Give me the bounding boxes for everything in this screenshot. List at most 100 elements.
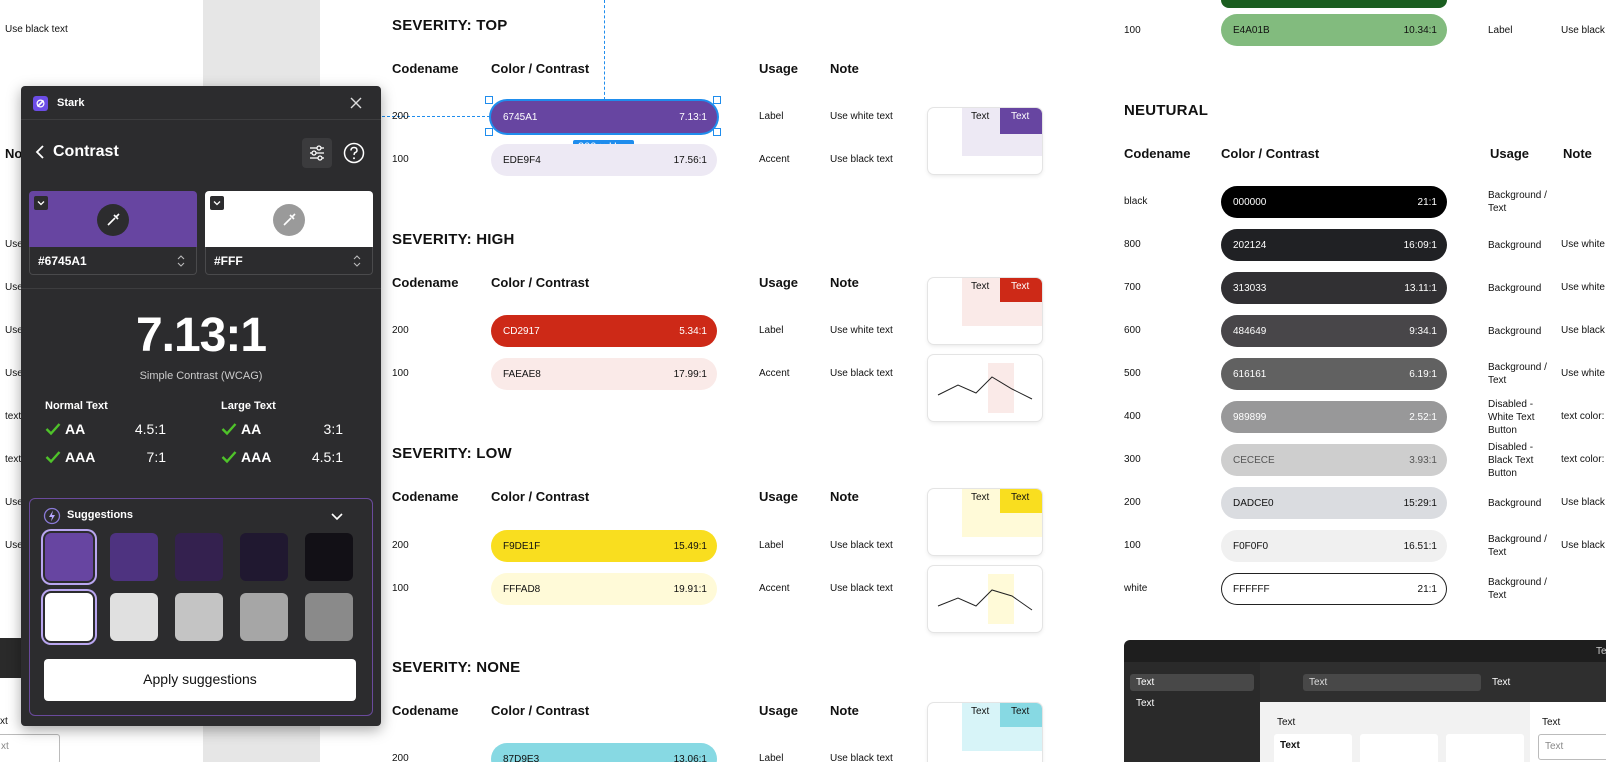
pill-hex: 000000 <box>1233 196 1267 208</box>
back-icon[interactable] <box>34 144 46 160</box>
col-note: Note <box>830 703 859 718</box>
color-pill[interactable]: CD2917 5.34:1 <box>491 315 717 347</box>
row-usage: Label <box>1488 25 1513 36</box>
bottom-left-label: xt <box>0 716 8 727</box>
color-pill[interactable]: FAEAE8 17.99:1 <box>491 358 717 390</box>
color-pill[interactable]: 313033 13.11:1 <box>1221 272 1447 304</box>
suggestion-swatch[interactable] <box>175 533 223 581</box>
color-pill[interactable]: DADCE0 15:29:1 <box>1221 487 1447 519</box>
pill-ratio: 15.49:1 <box>673 540 707 552</box>
panel-right-input-text: Text <box>1545 741 1564 752</box>
suggestion-swatch[interactable] <box>175 593 223 641</box>
pill-ratio: 7.13:1 <box>679 111 707 123</box>
check-icon <box>221 450 237 464</box>
suggestion-swatch[interactable] <box>45 593 93 641</box>
row-code: 100 <box>392 583 409 594</box>
pill-hex: CD2917 <box>503 325 540 337</box>
suggestion-swatch[interactable] <box>240 593 288 641</box>
color-pill[interactable]: F9DE1F 15.49:1 <box>491 530 717 562</box>
bottom-left-input[interactable]: xt <box>0 734 60 762</box>
preview-line-chart <box>937 376 1033 400</box>
stepper-icon[interactable] <box>353 254 361 268</box>
sidebar-item[interactable]: Text <box>1136 698 1154 709</box>
color-pill[interactable]: 202124 16:09:1 <box>1221 229 1447 261</box>
suggestions-label: Suggestions <box>67 509 134 521</box>
color-pill[interactable]: CECECE 3.93:1 <box>1221 444 1447 476</box>
color-pill[interactable]: 000000 21:1 <box>1221 186 1447 218</box>
color-pill[interactable]: F0F0F0 16.51:1 <box>1221 530 1447 562</box>
panel-header-text: Text <box>1492 677 1511 688</box>
suggestion-swatch[interactable] <box>110 593 158 641</box>
selection-handle[interactable] <box>485 96 493 104</box>
pill-hex: 87D9E3 <box>503 753 540 762</box>
preview-text: Text <box>971 111 990 122</box>
stepper-icon[interactable] <box>177 254 185 268</box>
row-note: text color: <box>1561 411 1605 422</box>
close-icon[interactable] <box>348 95 364 111</box>
row-usage: Label <box>759 325 784 336</box>
eyedropper-icon[interactable] <box>273 204 305 236</box>
row-usage: Background / Text <box>1488 534 1547 558</box>
color-pill[interactable]: E4A01B 10.34:1 <box>1221 14 1447 46</box>
panel-search-input[interactable]: Text <box>1303 674 1481 691</box>
preview-text-on-label: Text <box>1011 706 1030 717</box>
pill-ratio: 15:29:1 <box>1403 497 1437 509</box>
background-hex-field[interactable]: #FFF <box>205 247 373 275</box>
apply-suggestions-button[interactable]: Apply suggestions <box>44 659 356 701</box>
row-usage: Label <box>759 753 784 762</box>
section-title: Contrast <box>53 143 119 160</box>
apply-suggestions-label: Apply suggestions <box>143 671 257 687</box>
row-code: 800 <box>1124 239 1141 250</box>
selection-handle[interactable] <box>713 128 721 136</box>
preview-line-chart <box>937 589 1033 611</box>
row-note: text color: <box>1561 454 1605 465</box>
settings-sliders-icon[interactable] <box>302 138 332 168</box>
selection-handle[interactable] <box>713 96 721 104</box>
row-usage: Background <box>1488 325 1542 337</box>
panel-card-text: Text <box>1280 740 1300 751</box>
row-code: 200 <box>392 753 409 762</box>
preview-text: Text <box>971 492 990 503</box>
foreground-hex-field[interactable]: #6745A1 <box>29 247 197 275</box>
sidebar-item[interactable]: Text <box>1130 674 1254 691</box>
background-hex-value: #FFF <box>214 254 243 268</box>
preview-text: Text <box>971 706 990 717</box>
chevron-down-icon[interactable] <box>329 508 345 524</box>
row-code: 200 <box>1124 497 1141 508</box>
panel-search-text: Text <box>1309 677 1328 688</box>
suggestion-swatch[interactable] <box>240 533 288 581</box>
suggestion-swatch[interactable] <box>305 593 353 641</box>
color-pill[interactable]: 484649 9:34.1 <box>1221 315 1447 347</box>
color-pill[interactable]: EDE9F4 17.56:1 <box>491 144 717 176</box>
pill-hex: 616161 <box>1233 368 1267 380</box>
preview-text-on-label: Text <box>1011 492 1030 503</box>
color-pill[interactable]: 616161 6.19:1 <box>1221 358 1447 390</box>
eyedropper-icon[interactable] <box>97 204 129 236</box>
color-pill[interactable]: 989899 2.52:1 <box>1221 401 1447 433</box>
chevron-down-icon[interactable] <box>34 196 48 210</box>
color-pill[interactable]: 6745A1 7.13:1 <box>491 101 717 133</box>
pill-hex: FFFAD8 <box>503 583 541 595</box>
color-pill[interactable]: FFFFFF 21:1 <box>1221 573 1447 605</box>
preview-text-on-label: Text <box>1011 281 1030 292</box>
normal-aa-value: 4.5:1 <box>134 421 166 437</box>
suggestion-swatch[interactable] <box>45 533 93 581</box>
selection-handle[interactable] <box>485 128 493 136</box>
suggestion-swatch[interactable] <box>305 533 353 581</box>
color-pill[interactable]: 87D9E3 13.06:1 <box>491 743 717 762</box>
col-note: Note <box>1563 146 1592 161</box>
suggestion-swatch[interactable] <box>110 533 158 581</box>
row-note: Use white <box>1561 368 1605 379</box>
color-pill[interactable]: FFFAD8 19.91:1 <box>491 573 717 605</box>
help-icon[interactable] <box>339 138 369 168</box>
chevron-down-icon[interactable] <box>210 196 224 210</box>
row-usage: Accent <box>759 154 790 165</box>
panel-right-input[interactable]: Text <box>1538 734 1606 760</box>
pill-ratio: 21:1 <box>1417 583 1437 595</box>
pill-ratio: 17.56:1 <box>673 154 707 166</box>
panel-top-label: Te <box>1596 646 1606 657</box>
lightning-icon <box>43 507 61 525</box>
row-usage: Disabled - White Text Button <box>1488 398 1535 436</box>
dark-preview-panel: Te Text Text Text Text Text Text Text Te… <box>1124 640 1606 762</box>
pill-fragment <box>1221 0 1447 8</box>
